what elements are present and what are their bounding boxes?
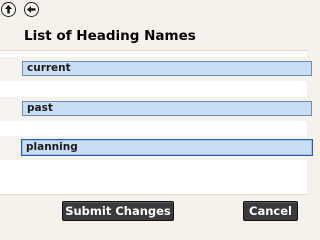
panel-header: List of Heading Names (0, 24, 307, 51)
up-button[interactable] (1, 2, 16, 17)
heading-name-field[interactable]: past (22, 101, 312, 116)
toolbar (0, 0, 307, 22)
list-item: planning (0, 136, 313, 160)
footer-bar: Submit Changes Cancel (0, 194, 307, 227)
cancel-button[interactable]: Cancel (243, 201, 298, 221)
heading-name-field[interactable]: planning (21, 139, 313, 156)
arrow-up-icon (2, 3, 15, 16)
heading-name-field[interactable]: current (22, 61, 312, 76)
submit-changes-button[interactable]: Submit Changes (62, 201, 174, 221)
page-title: List of Heading Names (24, 28, 196, 44)
back-button[interactable] (24, 2, 39, 17)
arrow-left-icon (25, 3, 38, 16)
list-item: past (0, 97, 312, 121)
heading-list: current past planning (0, 51, 313, 194)
list-item: current (0, 57, 312, 81)
